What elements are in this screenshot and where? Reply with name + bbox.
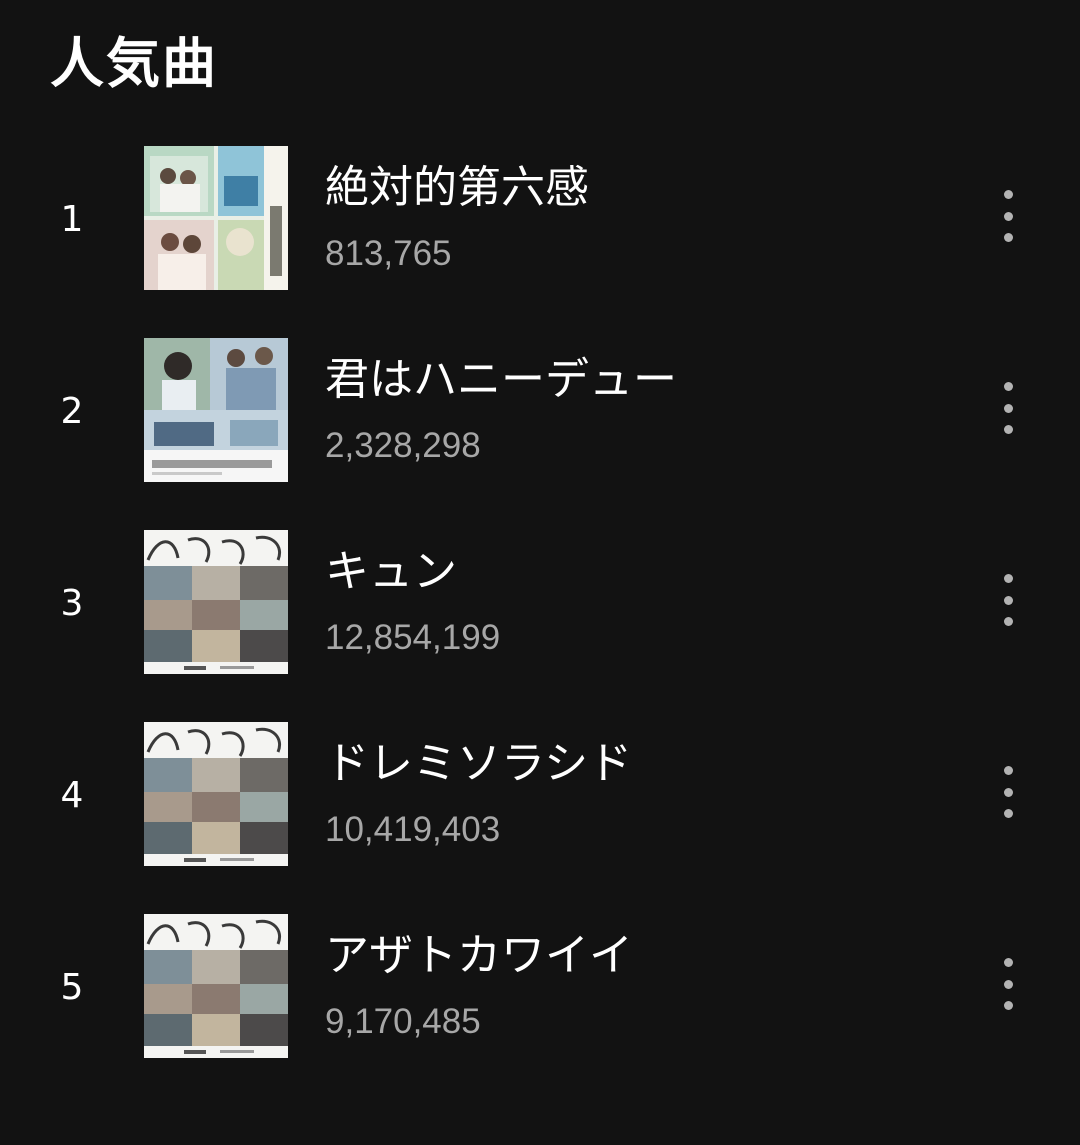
album-cover xyxy=(144,530,288,674)
more-options-button[interactable] xyxy=(984,760,1032,824)
more-vertical-icon xyxy=(1003,382,1013,391)
track-title: 君はハニーデュー xyxy=(325,354,677,405)
more-options-button[interactable] xyxy=(984,952,1032,1016)
track-title: アザトカワイイ xyxy=(325,930,633,981)
more-options-button[interactable] xyxy=(984,184,1032,248)
more-vertical-icon-dot xyxy=(1003,403,1013,413)
popular-tracks-list: 1 絶対的第六感 813,765 2 君はハニーデュー 2,328,298 3 … xyxy=(0,130,1080,1090)
track-play-count: 12,854,199 xyxy=(325,618,501,657)
more-vertical-icon xyxy=(1003,574,1013,583)
track-rank: 4 xyxy=(60,775,84,816)
section-title: 人気曲 xyxy=(50,32,218,95)
more-vertical-icon-dot xyxy=(1003,787,1013,797)
track-play-count: 813,765 xyxy=(325,234,452,273)
album-cover xyxy=(144,722,288,866)
more-vertical-icon xyxy=(1003,190,1013,199)
more-vertical-icon xyxy=(1003,958,1013,967)
more-vertical-icon-dot xyxy=(1003,595,1013,605)
track-row[interactable]: 1 絶対的第六感 813,765 xyxy=(0,130,1080,322)
track-rank: 3 xyxy=(60,583,84,624)
album-cover xyxy=(144,146,288,290)
more-vertical-icon-dot xyxy=(1003,1001,1013,1010)
track-play-count: 9,170,485 xyxy=(325,1002,481,1041)
more-vertical-icon-dot xyxy=(1003,211,1013,221)
track-row[interactable]: 5 アザトカワイイ 9,170,485 xyxy=(0,898,1080,1090)
track-rank: 2 xyxy=(60,391,84,432)
track-row[interactable]: 2 君はハニーデュー 2,328,298 xyxy=(0,322,1080,514)
track-title: ドレミソラシド xyxy=(325,738,633,789)
more-vertical-icon-dot xyxy=(1003,425,1013,434)
more-vertical-icon xyxy=(1003,766,1013,775)
track-rank: 1 xyxy=(60,199,84,240)
more-vertical-icon-dot xyxy=(1003,979,1013,989)
more-options-button[interactable] xyxy=(984,568,1032,632)
album-cover xyxy=(144,338,288,482)
track-play-count: 2,328,298 xyxy=(325,426,481,465)
track-rank: 5 xyxy=(60,967,84,1008)
track-row[interactable]: 4 ドレミソラシド 10,419,403 xyxy=(0,706,1080,898)
track-row[interactable]: 3 キュン 12,854,199 xyxy=(0,514,1080,706)
track-play-count: 10,419,403 xyxy=(325,810,501,849)
more-vertical-icon-dot xyxy=(1003,233,1013,242)
more-options-button[interactable] xyxy=(984,376,1032,440)
track-title: キュン xyxy=(325,546,457,597)
more-vertical-icon-dot xyxy=(1003,809,1013,818)
track-title: 絶対的第六感 xyxy=(325,162,589,213)
more-vertical-icon-dot xyxy=(1003,617,1013,626)
album-cover xyxy=(144,914,288,1058)
